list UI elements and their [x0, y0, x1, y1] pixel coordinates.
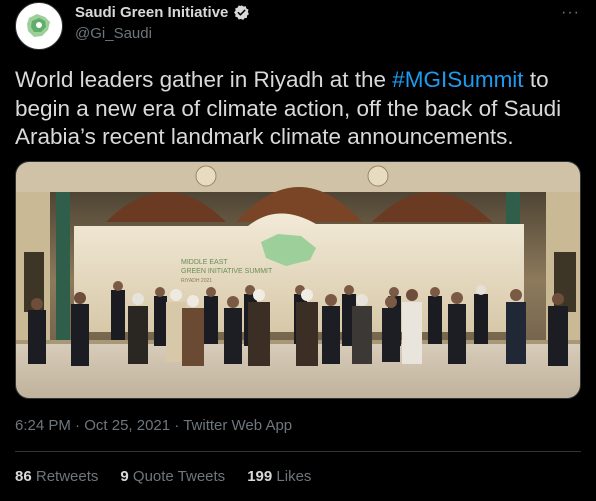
likes-stat[interactable]: 199 Likes: [247, 468, 311, 485]
more-options-icon[interactable]: ···: [561, 4, 580, 22]
stage-title-line2: GREEN INITIATIVE SUMMIT: [181, 268, 273, 275]
retweets-count: 86: [15, 468, 32, 485]
tweet-date[interactable]: Oct 25, 2021: [84, 417, 170, 434]
tweet-time[interactable]: 6:24 PM: [15, 417, 71, 434]
tweet-photo[interactable]: MIDDLE EAST GREEN INITIATIVE SUMMIT RIYA…: [15, 161, 581, 399]
likes-label: Likes: [276, 468, 312, 485]
green-map-logo-icon: [27, 14, 50, 37]
retweets-stat[interactable]: 86 Retweets: [15, 468, 98, 485]
summit-group-photo: MIDDLE EAST GREEN INITIATIVE SUMMIT RIYA…: [16, 162, 580, 398]
divider: [15, 451, 581, 452]
author-name-row[interactable]: Saudi Green Initiative: [75, 4, 250, 21]
meta-separator-2: ·: [170, 417, 184, 434]
author-handle[interactable]: @Gi_Saudi: [75, 25, 152, 42]
tweet-stats: 86 Retweets 9 Quote Tweets 199 Likes: [15, 468, 311, 485]
author-display-name[interactable]: Saudi Green Initiative: [75, 4, 228, 21]
hashtag-link[interactable]: #MGISummit: [392, 67, 523, 92]
quote-tweets-label: Quote Tweets: [132, 468, 226, 485]
stage-subtitle: RIYADH 2021: [181, 278, 212, 284]
tweet-text-before: World leaders gather in Riyadh at the: [15, 67, 393, 92]
quote-tweets-count: 9: [120, 468, 129, 485]
stage-title-line1: MIDDLE EAST: [181, 259, 228, 266]
likes-count: 199: [247, 468, 273, 485]
meta-separator-1: ·: [70, 417, 85, 434]
verified-badge-icon: [234, 5, 250, 20]
quote-tweets-stat[interactable]: 9 Quote Tweets: [120, 468, 225, 485]
retweets-label: Retweets: [35, 468, 99, 485]
avatar[interactable]: [15, 2, 63, 50]
tweet-text: World leaders gather in Riyadh at the #M…: [15, 66, 585, 152]
tweet-meta: 6:24 PM · Oct 25, 2021 · Twitter Web App: [15, 417, 292, 434]
tweet-source[interactable]: Twitter Web App: [183, 417, 292, 434]
